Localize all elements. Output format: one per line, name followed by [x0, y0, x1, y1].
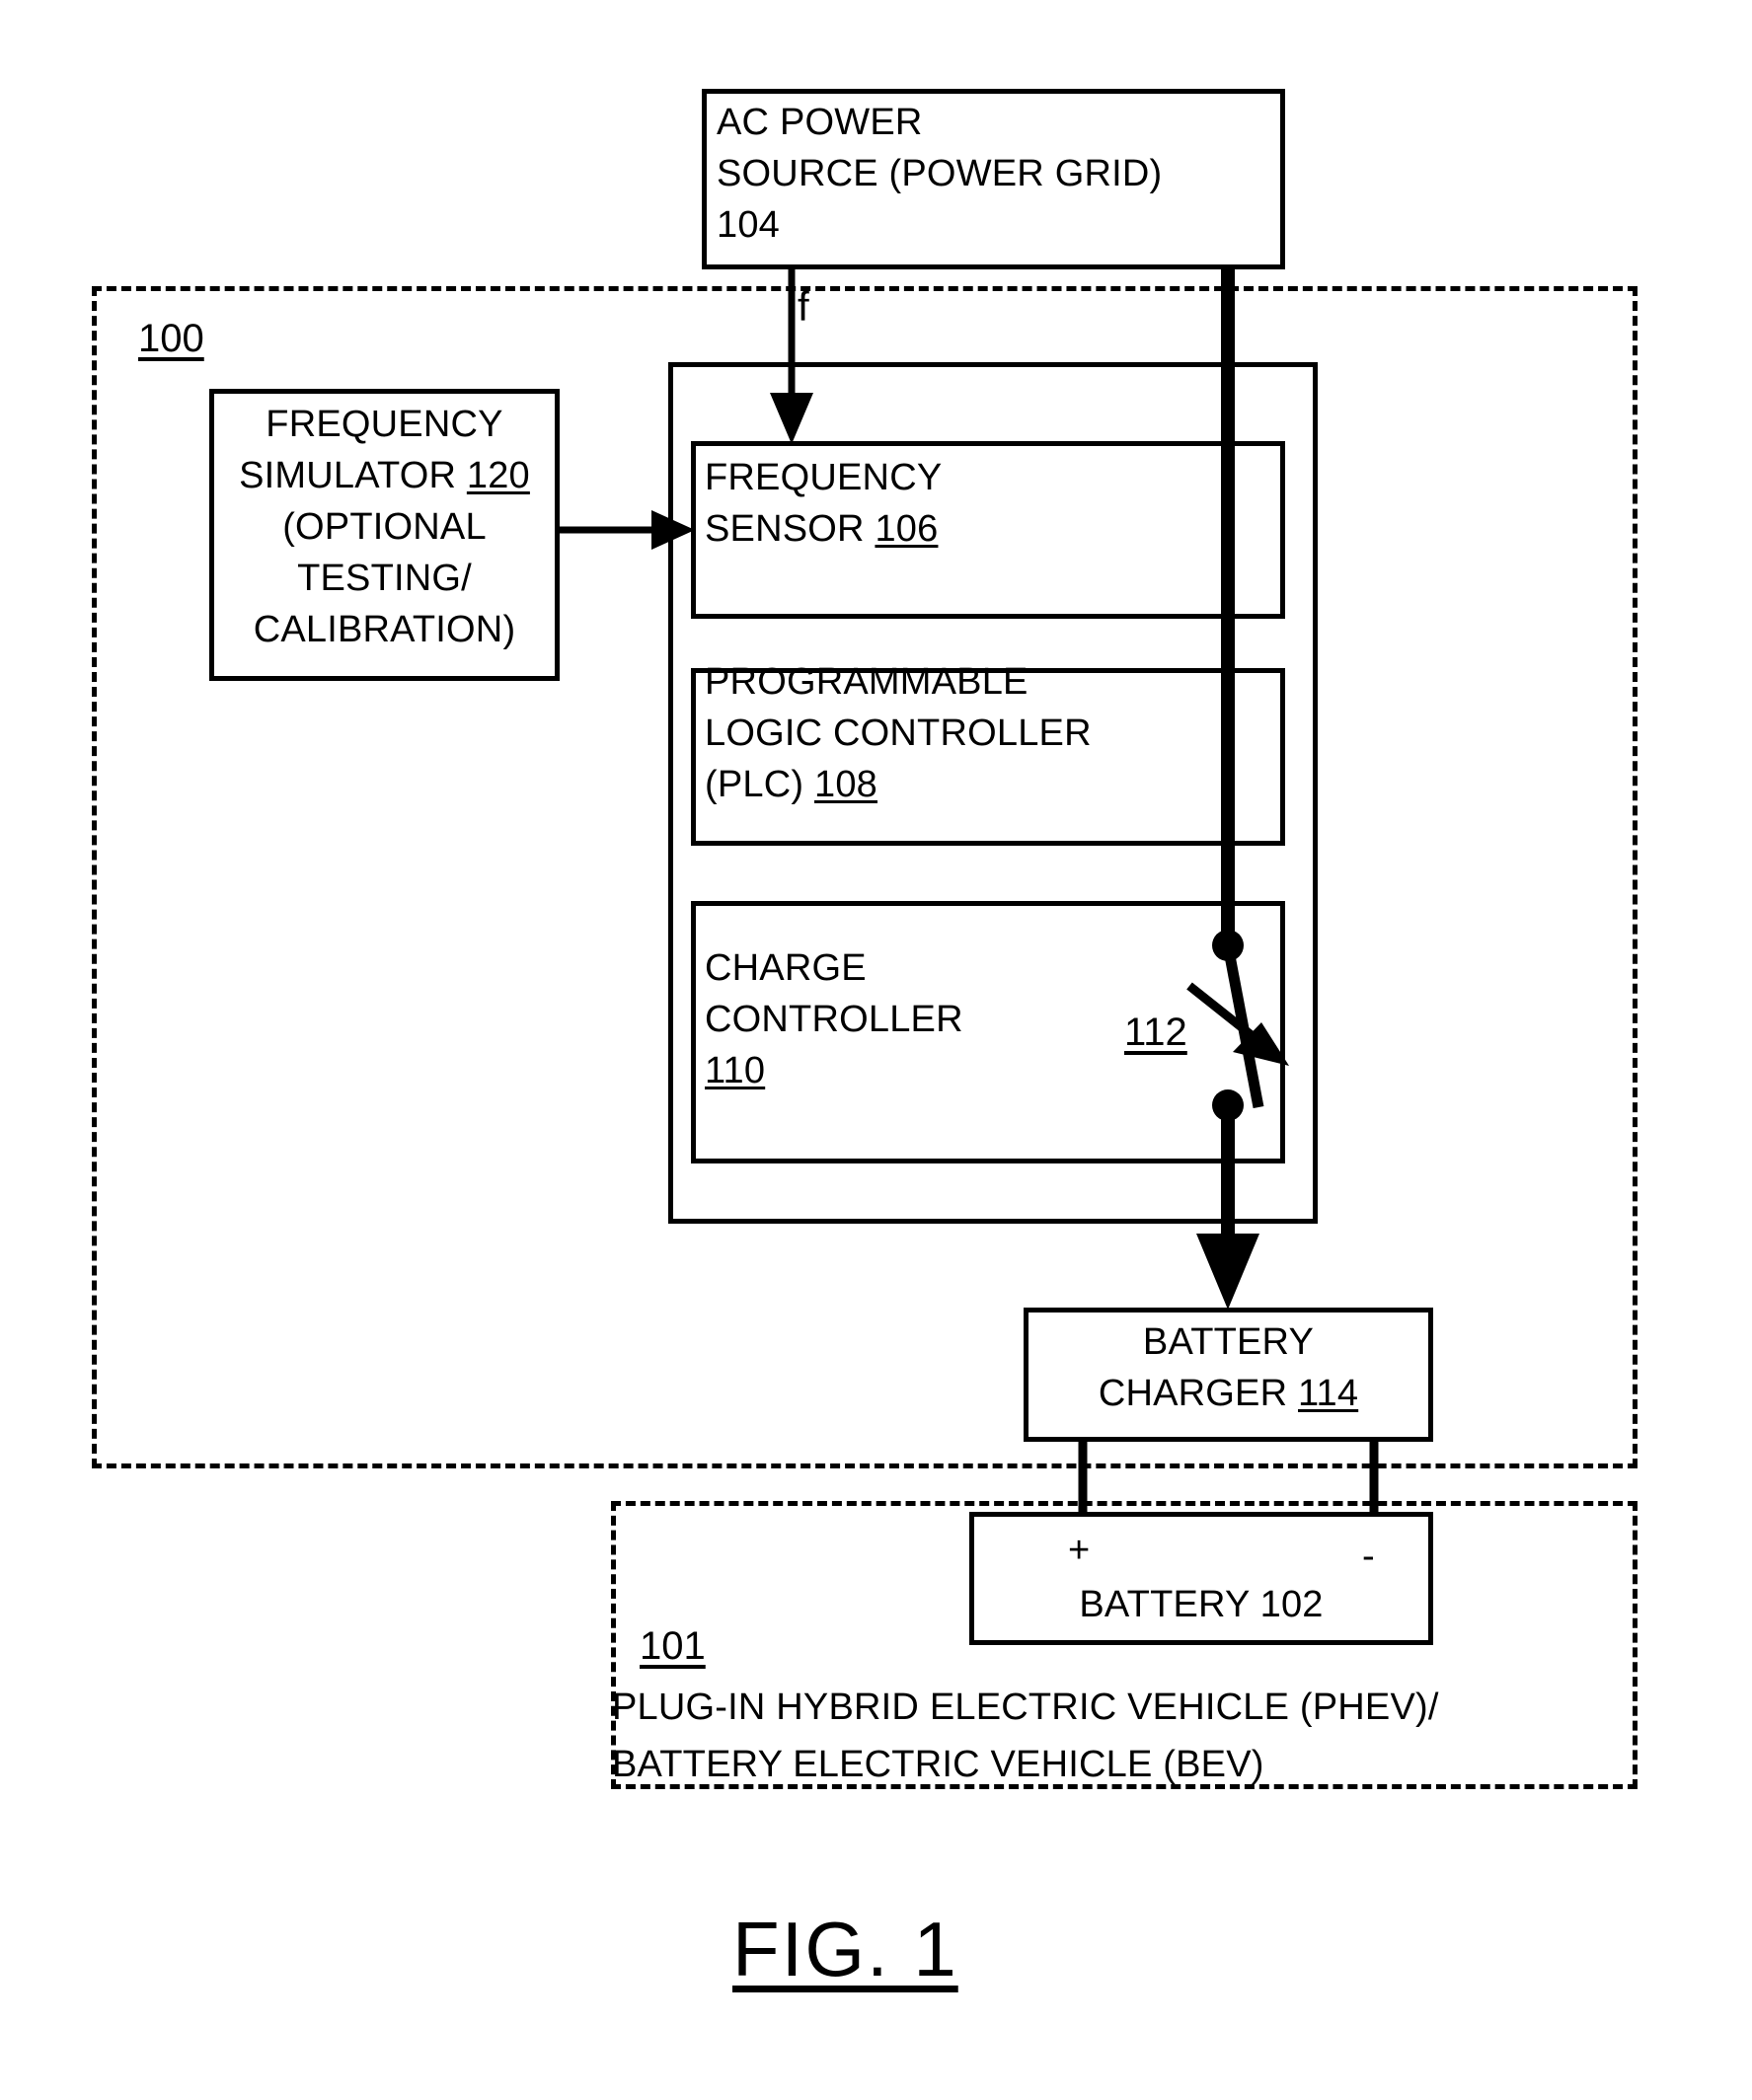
frequency-sensor-ref: 106 [875, 508, 939, 550]
plc-line2: LOGIC CONTROLLER [705, 712, 1092, 754]
plc-line1: PROGRAMMABLE [705, 661, 1028, 703]
frequency-simulator-line5: CALIBRATION) [253, 609, 516, 650]
battery-label: BATTERY 102 [1079, 1584, 1324, 1625]
frequency-sensor-line2-text: SENSOR [705, 508, 876, 550]
patent-figure-1: 100 101 PLUG-IN HYBRID ELECTRIC VEHICLE … [0, 0, 1752, 2100]
battery-charger-line2-text: CHARGER [1098, 1373, 1298, 1414]
system-enclosure-ref-100: 100 [138, 317, 204, 360]
battery-positive-terminal: + [1068, 1530, 1091, 1571]
vehicle-enclosure-line1: PLUG-IN HYBRID ELECTRIC VEHICLE (PHEV)/ [612, 1687, 1439, 1728]
frequency-simulator-line3: (OPTIONAL [282, 506, 487, 548]
ac-power-source-ref: 104 [717, 204, 781, 246]
frequency-sensor-line1: FREQUENCY [705, 457, 943, 498]
frequency-simulator-line1: FREQUENCY [266, 404, 503, 445]
charge-controller-line2: CONTROLLER [705, 999, 963, 1040]
plc-line3-text: (PLC) [705, 764, 814, 805]
frequency-simulator-line2: SIMULATOR 120 [209, 450, 560, 501]
frequency-signal-label: f [798, 283, 809, 330]
vehicle-enclosure-ref-101: 101 [640, 1624, 706, 1668]
plc-line3: (PLC) 108 [705, 759, 877, 810]
frequency-sensor-line2: SENSOR 106 [705, 503, 938, 555]
vehicle-enclosure-line2: BATTERY ELECTRIC VEHICLE (BEV) [612, 1744, 1264, 1785]
ac-power-source-line2: SOURCE (POWER GRID) [717, 153, 1163, 194]
frequency-simulator-line2-text: SIMULATOR [239, 455, 467, 496]
frequency-simulator-line4: TESTING/ [297, 558, 472, 599]
ac-power-source-line1: AC POWER [717, 102, 923, 143]
battery-charger-ref: 114 [1298, 1373, 1359, 1414]
battery-charger-line1: BATTERY [1142, 1321, 1315, 1363]
plc-ref: 108 [814, 764, 878, 805]
frequency-simulator-ref: 120 [466, 455, 530, 496]
figure-caption: FIG. 1 [732, 1906, 958, 1992]
charge-controller-line1: CHARGE [705, 947, 867, 989]
battery-negative-terminal: - [1362, 1536, 1375, 1577]
charge-controller-ref: 110 [705, 1050, 766, 1091]
battery-charger-line2: CHARGER 114 [1024, 1368, 1433, 1419]
switch-ref-112: 112 [1124, 1011, 1187, 1054]
